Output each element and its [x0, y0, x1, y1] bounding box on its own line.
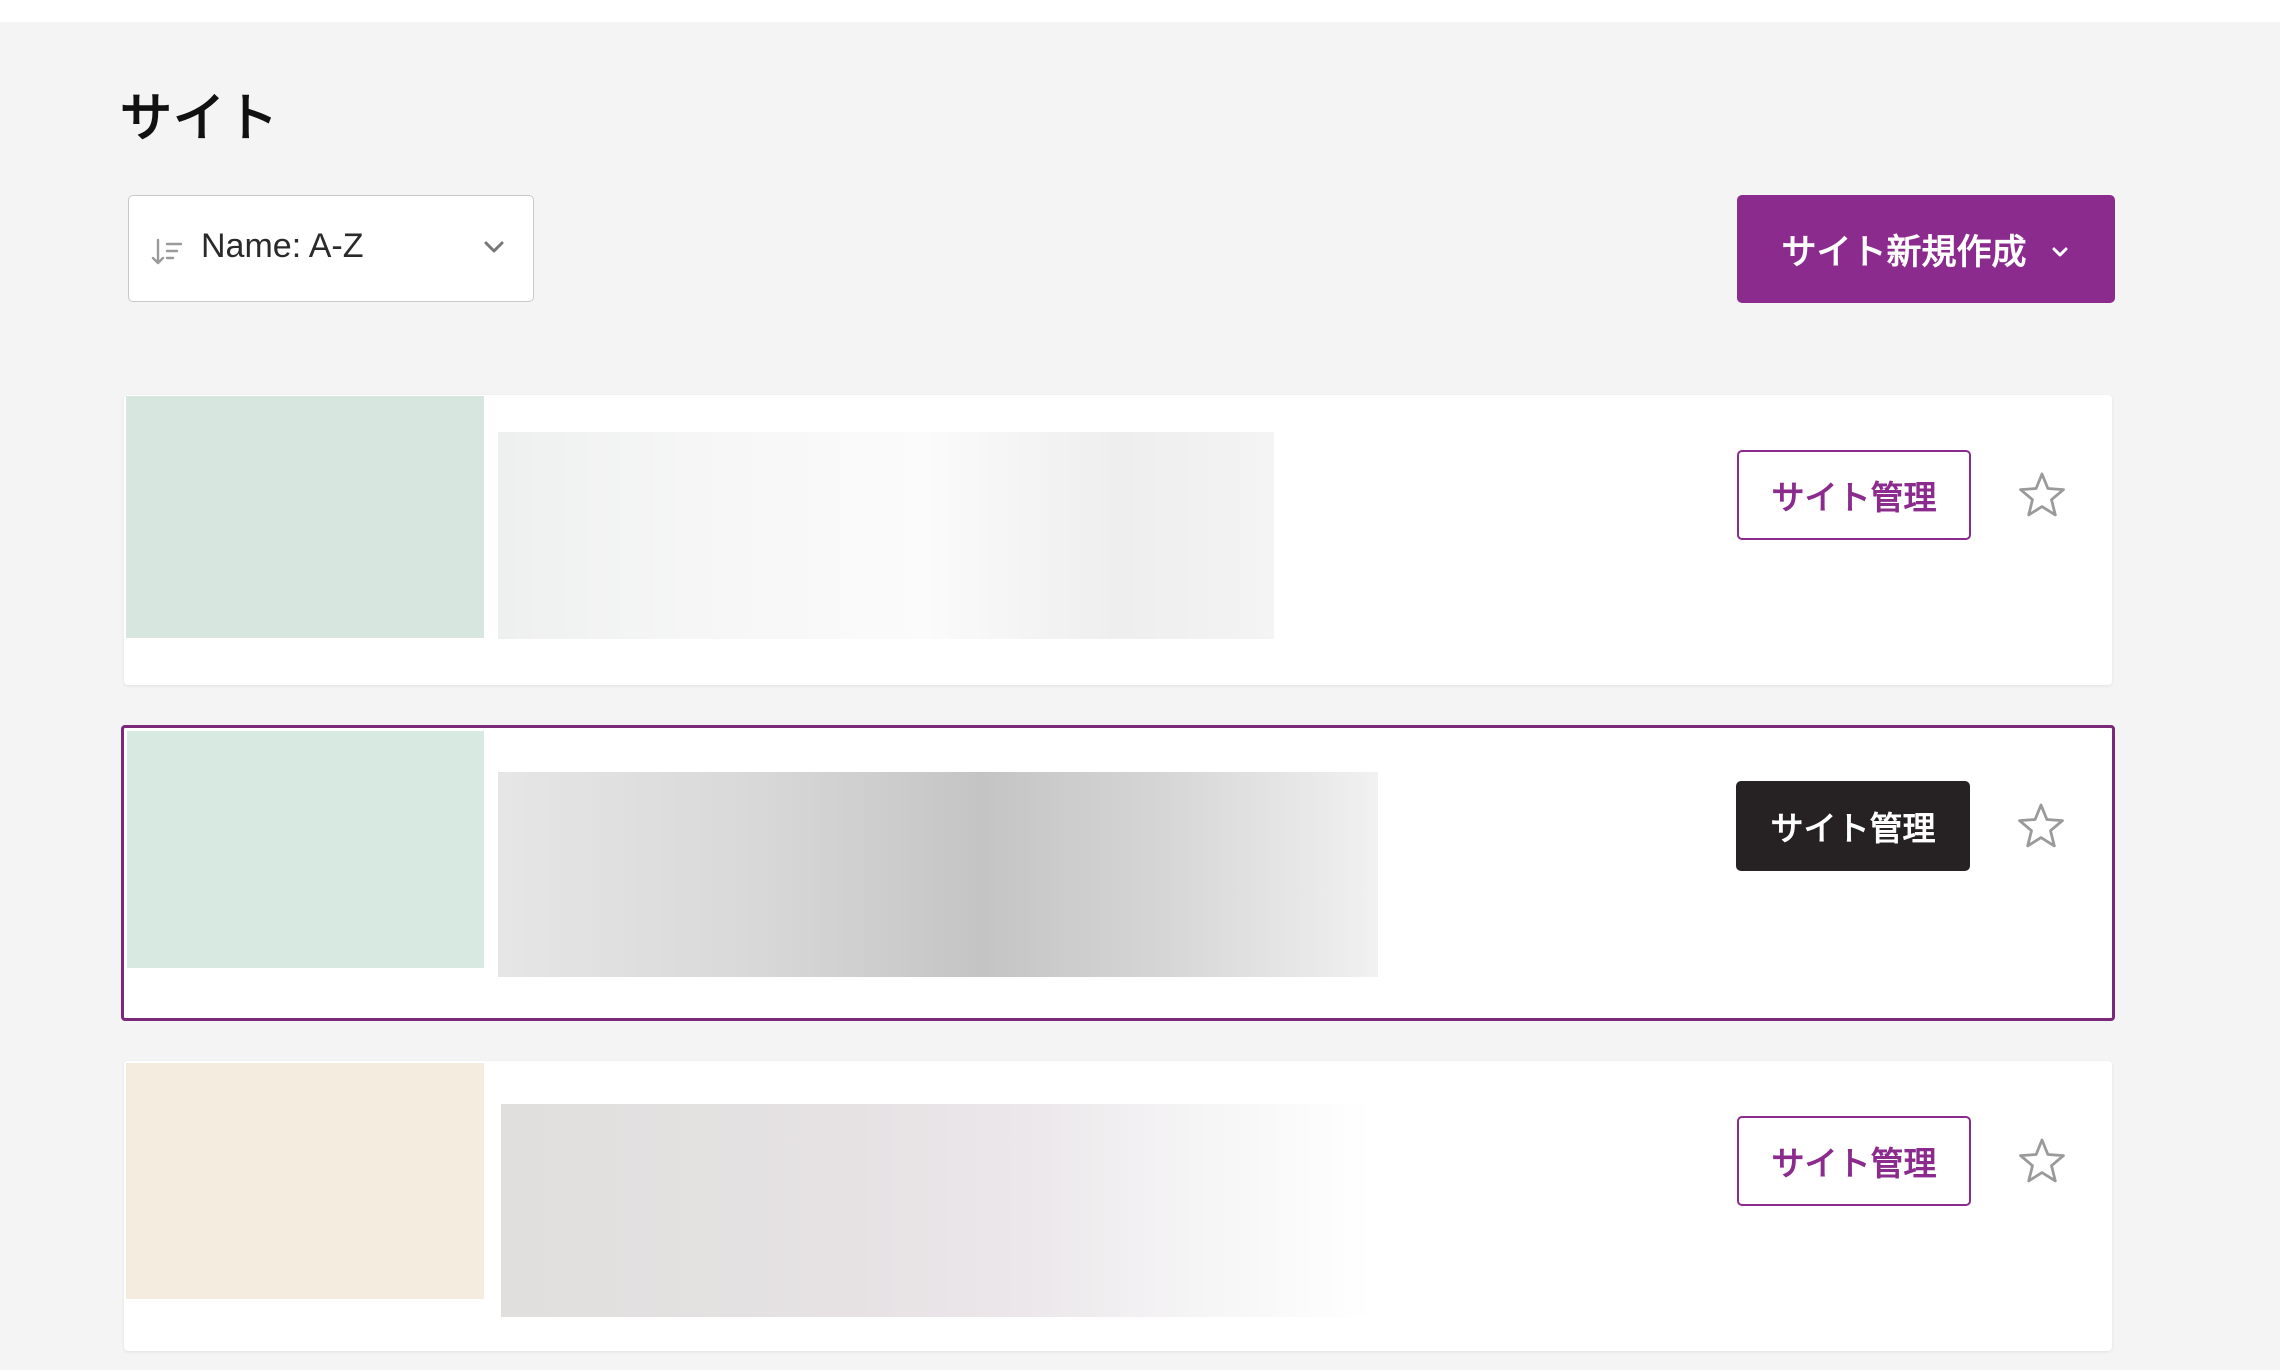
site-thumbnail[interactable]	[126, 1063, 484, 1299]
site-info-redacted	[498, 772, 1378, 977]
new-site-button[interactable]: サイト新規作成	[1737, 195, 2115, 303]
site-card[interactable]: サイト管理	[124, 395, 2112, 685]
site-info-redacted	[501, 1104, 1373, 1317]
sort-select-value: Name: A-Z	[201, 227, 364, 265]
site-info-redacted	[498, 432, 1274, 639]
site-thumbnail[interactable]	[127, 731, 484, 968]
star-icon[interactable]	[2015, 1135, 2069, 1189]
manage-site-button[interactable]: サイト管理	[1736, 781, 1970, 871]
chevron-down-icon	[2052, 247, 2067, 257]
sort-select[interactable]: Name: A-Z	[128, 195, 534, 302]
star-icon[interactable]	[2014, 800, 2068, 854]
star-icon[interactable]	[2015, 469, 2069, 523]
manage-site-button-label: サイト管理	[1771, 1144, 1937, 1183]
manage-site-button[interactable]: サイト管理	[1737, 450, 1971, 540]
manage-site-button-label: サイト管理	[1771, 478, 1937, 517]
site-thumbnail[interactable]	[126, 396, 484, 638]
site-card-selected[interactable]: サイト管理	[121, 725, 2115, 1021]
manage-site-button[interactable]: サイト管理	[1737, 1116, 1971, 1206]
new-site-button-label: サイト新規作成	[1781, 232, 2027, 273]
site-card[interactable]: サイト管理	[124, 1061, 2112, 1351]
page-title: サイト	[120, 89, 280, 149]
top-bar	[0, 0, 2280, 22]
manage-site-button-label: サイト管理	[1770, 809, 1936, 848]
sort-icon	[151, 238, 183, 265]
chevron-down-icon	[484, 241, 504, 253]
